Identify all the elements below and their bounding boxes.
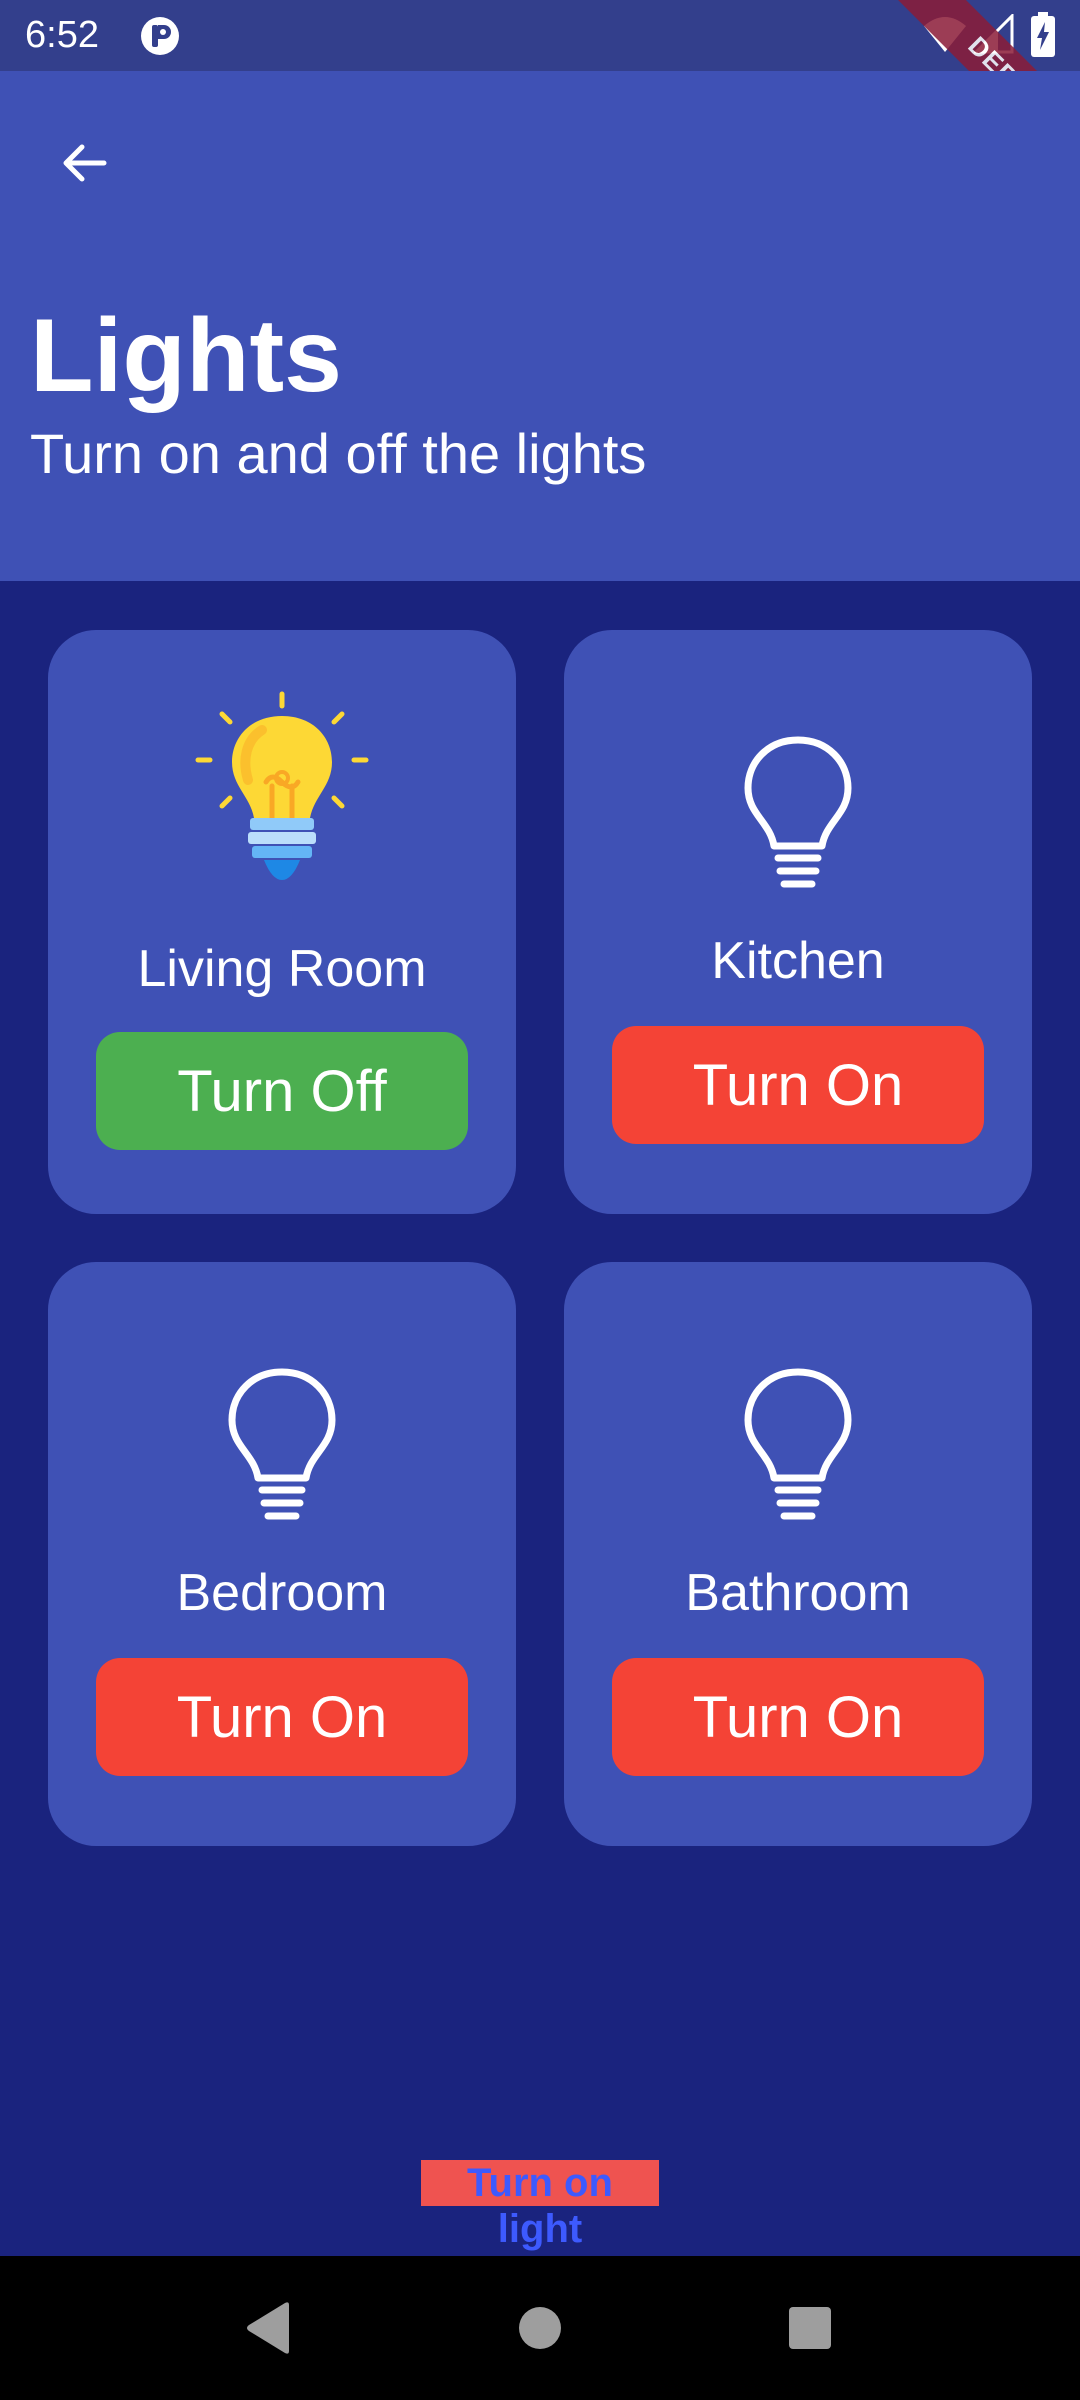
nav-back-button[interactable] [236,2296,300,2360]
turn-on-button[interactable]: Turn On [612,1658,984,1776]
lightbulb-outline-icon [228,1368,336,1520]
turn-on-button[interactable]: Turn On [96,1658,468,1776]
room-card-bedroom: Bedroom Turn On [48,1262,516,1846]
page-subtitle: Turn on and off the lights [30,422,647,485]
light-status-text: Turn on light [421,2160,659,2251]
turn-off-button[interactable]: Turn Off [96,1032,468,1150]
square-recents-icon [789,2307,831,2349]
room-card-bathroom: Bathroom Turn On [564,1262,1032,1846]
circle-home-icon [519,2307,561,2349]
app-notification-icon [141,17,179,55]
room-name: Kitchen [711,932,885,990]
triangle-back-icon [247,2302,289,2354]
lightbulb-outline-icon [744,736,852,888]
turn-on-button[interactable]: Turn On [612,1026,984,1144]
status-time: 6:52 [25,14,99,56]
room-card-kitchen: Kitchen Turn On [564,630,1032,1214]
room-grid: Living Room Turn Off Kitchen Turn On Bed… [48,630,1032,1846]
page-title: Lights [30,298,342,414]
lightbulb-outline-icon [744,1368,852,1520]
nav-home-button[interactable] [508,2296,572,2360]
back-button[interactable] [36,115,132,211]
room-name: Bathroom [685,1564,911,1622]
room-name: Living Room [137,940,427,998]
app-bar: Lights Turn on and off the lights [0,71,1080,581]
lightbulb-lit-icon [195,691,369,880]
screen: 6:52 DEBUG Lights Turn on and off [0,0,1080,2400]
system-nav-bar [0,2256,1080,2400]
room-card-living-room: Living Room Turn Off [48,630,516,1214]
room-name: Bedroom [176,1564,388,1622]
battery-charging-icon [1031,12,1055,57]
nav-recents-button[interactable] [778,2296,842,2360]
arrow-back-icon [63,144,107,182]
